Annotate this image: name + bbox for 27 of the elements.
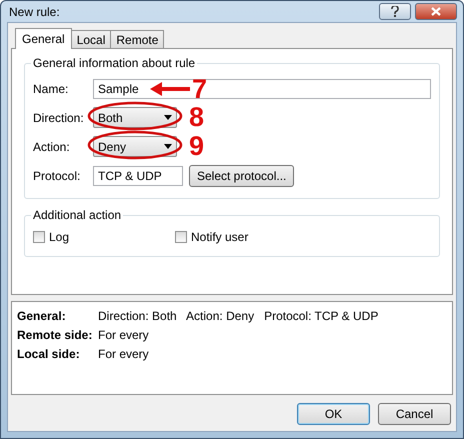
- tab[interactable]: Remote: [110, 30, 164, 48]
- summary-label: Remote side:: [17, 328, 94, 342]
- field-label: Direction:: [33, 110, 85, 124]
- summary-value: Direction: Both Action: Deny Protocol: TCP & UDP: [98, 308, 378, 322]
- checkbox-label: Notify user: [191, 230, 248, 244]
- dialog-button[interactable]: OK: [297, 403, 370, 425]
- tab[interactable]: Local: [70, 30, 112, 48]
- field-label: Action:: [33, 140, 71, 154]
- dialog-button[interactable]: Cancel: [378, 403, 451, 425]
- field-label: Name:: [33, 82, 70, 96]
- select-protocol-button[interactable]: Select protocol...: [189, 164, 294, 186]
- group-title: General information about rule: [31, 56, 198, 70]
- input-field[interactable]: TCP & UDP: [93, 166, 183, 186]
- group-title: Additional action: [31, 208, 124, 222]
- summary-value: For every: [98, 328, 149, 342]
- dropdown[interactable]: Deny: [93, 136, 177, 157]
- checkbox-label: Log: [49, 230, 70, 244]
- dropdown[interactable]: Both: [93, 107, 177, 128]
- input-field[interactable]: Sample 7: [93, 78, 431, 98]
- field-label: Protocol:: [33, 168, 82, 182]
- summary-label: General:: [17, 308, 67, 322]
- tab[interactable]: General: [15, 28, 72, 49]
- summary-label: Local side:: [17, 346, 81, 360]
- callout-number: 9: [189, 133, 204, 160]
- callout-number: 8: [189, 104, 204, 131]
- summary-value: For every: [98, 346, 149, 360]
- window-title: New rule:: [8, 4, 60, 18]
